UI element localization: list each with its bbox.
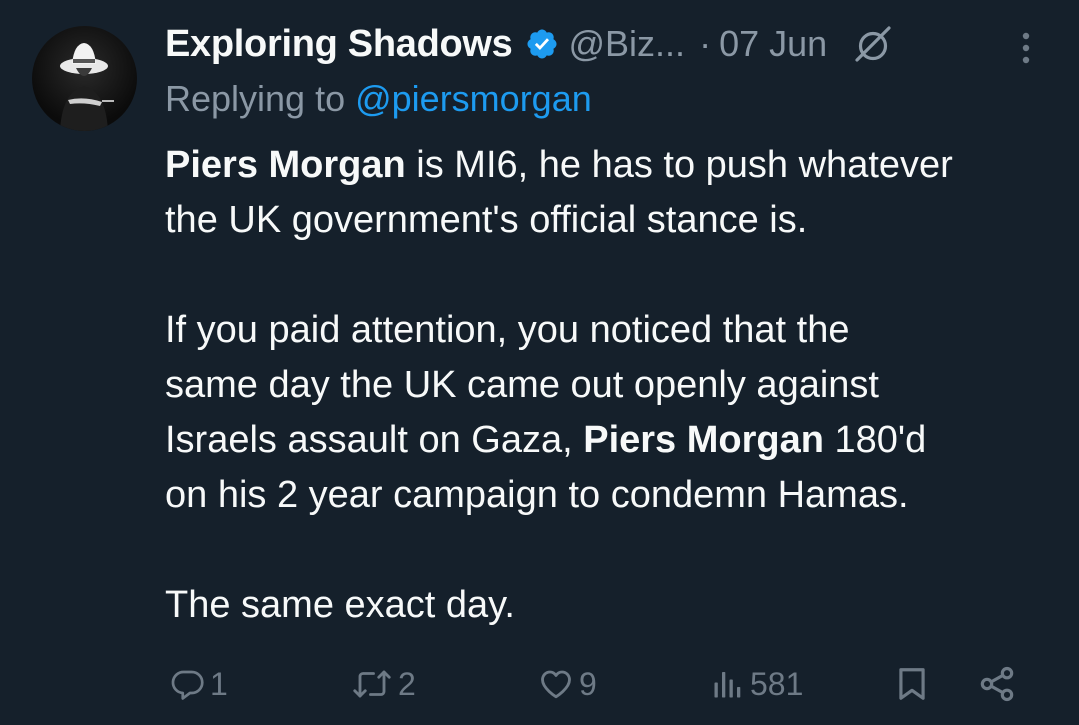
replying-to: Replying to @piersmorgan <box>165 78 592 120</box>
bookmark-button[interactable] <box>893 654 931 714</box>
grok-icon[interactable] <box>851 22 895 66</box>
tweet-paragraph: If you paid attention, you noticed that … <box>165 303 1055 523</box>
text-span: on his 2 year campaign to condemn Hamas. <box>165 474 909 516</box>
tweet-date[interactable]: 07 Jun <box>719 23 827 65</box>
text-span: the UK government's official stance is. <box>165 199 808 241</box>
share-icon <box>977 664 1017 704</box>
like-button[interactable]: 9 <box>537 654 597 714</box>
tweet-text: Piers Morgan is MI6, he has to push what… <box>165 138 1055 633</box>
verified-badge-icon <box>525 27 559 61</box>
retweet-count: 2 <box>398 665 416 702</box>
text-span: 180'd <box>823 419 927 461</box>
like-count: 9 <box>579 665 597 702</box>
avatar[interactable] <box>32 26 137 131</box>
mention-bold: Piers Morgan <box>165 144 406 186</box>
tweet-paragraph: Piers Morgan is MI6, he has to push what… <box>165 138 1055 248</box>
views-count: 581 <box>750 665 804 702</box>
text-span: The same exact day. <box>165 584 515 626</box>
author-handle[interactable]: @Biz... <box>569 23 686 65</box>
separator-dot: · <box>699 23 712 64</box>
reply-button[interactable]: 1 <box>170 654 228 714</box>
reply-count: 1 <box>210 665 228 702</box>
more-icon[interactable] <box>1011 28 1041 68</box>
retweet-button[interactable]: 2 <box>350 654 416 714</box>
retweet-icon <box>350 666 394 702</box>
mention-bold: Piers Morgan <box>583 419 824 461</box>
text-span: If you paid attention, you noticed that … <box>165 309 850 351</box>
share-button[interactable] <box>977 654 1017 714</box>
views-icon <box>710 666 746 702</box>
tweet-paragraph: The same exact day. <box>165 578 1055 633</box>
action-bar: 1 2 9 581 <box>165 654 1045 714</box>
tweet-header: Exploring Shadows @Biz... · 07 Jun <box>165 18 1065 70</box>
author-name[interactable]: Exploring Shadows <box>165 23 513 66</box>
text-span: Israels assault on Gaza, <box>165 419 584 461</box>
text-span: is MI6, he has to push whatever <box>405 144 953 186</box>
like-icon <box>537 666 575 702</box>
replying-to-handle[interactable]: @piersmorgan <box>355 78 592 119</box>
views-button[interactable]: 581 <box>710 654 803 714</box>
reply-icon <box>170 666 206 702</box>
replying-prefix: Replying to <box>165 78 356 119</box>
bookmark-icon <box>893 664 931 704</box>
text-span: same day the UK came out openly against <box>165 364 879 406</box>
